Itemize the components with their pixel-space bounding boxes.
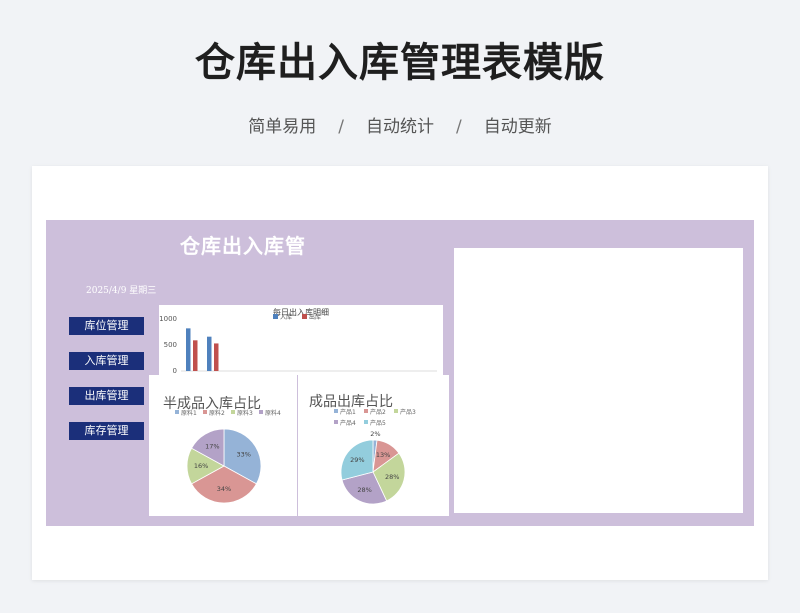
page-title: 仓库出入库管理表模版 (195, 40, 605, 86)
pie-data-label: 2% (370, 430, 380, 438)
nav-outbound-button[interactable]: 出库管理 (69, 387, 144, 405)
legend-label: 原料2 (209, 409, 225, 417)
preview-card: 仓库出入库管 2025/4/9 星期三 库位管理 入库管理 出库管理 库存管理 … (32, 166, 768, 580)
legend-label-out: 出库 (309, 313, 321, 321)
bar-chart-svg: 每日出入库明细 入库 出库 10005000 (159, 307, 437, 375)
y-tick-label: 500 (164, 341, 177, 349)
legend-swatch (175, 410, 179, 414)
nav-location-button[interactable]: 库位管理 (69, 317, 144, 335)
legend-label: 原料1 (181, 409, 197, 417)
nav-inventory-button[interactable]: 库存管理 (69, 422, 144, 440)
pie-data-label: 33% (237, 450, 251, 458)
bar-out (193, 340, 198, 371)
date-label: 2025/4/9 星期三 (86, 286, 157, 296)
bar-in (207, 336, 212, 371)
legend-label: 产品3 (400, 408, 416, 416)
y-tick-label: 0 (173, 367, 177, 375)
product-pie-chart: 成品出库占比 产品1 产品2 产品3 产品4 产品5 2% 13% 28% 28% 29% (298, 375, 449, 516)
daily-bar-chart: 每日出入库明细 入库 出库 1000 500 0 (159, 305, 443, 375)
tag-separator: / (456, 117, 462, 137)
bar-out (214, 343, 219, 371)
legend-swatch (394, 409, 398, 413)
pie-data-label: 28% (357, 486, 371, 494)
legend-swatch (231, 410, 235, 414)
legend-swatch-in (273, 314, 278, 319)
semi-product-pie-chart: 半成品入库占比 原料1 原料2 原料3 原料4 33% 34% 16% 17% (149, 375, 297, 516)
legend-swatch (334, 409, 338, 413)
legend-swatch-out (302, 314, 307, 319)
tag-auto-update: 自动更新 (483, 117, 552, 137)
bar-in (186, 328, 191, 371)
pie-data-label: 34% (217, 485, 231, 493)
tag-easy: 简单易用 (248, 117, 317, 137)
pie-data-label: 16% (194, 462, 208, 470)
spreadsheet-dashboard: 仓库出入库管 2025/4/9 星期三 库位管理 入库管理 出库管理 库存管理 … (46, 220, 754, 526)
legend-label-in: 入库 (280, 313, 292, 321)
pie1-svg: 半成品入库占比 原料1 原料2 原料3 原料4 33%34%16%17% (163, 396, 281, 504)
pie2-svg: 成品出库占比 产品1 产品2 产品3 产品4 产品5 2% 13% 28% 28% 29% (309, 394, 416, 505)
legend-label: 产品5 (370, 419, 386, 427)
legend-label: 产品1 (340, 408, 356, 416)
legend-swatch (203, 410, 207, 414)
legend-swatch (364, 409, 368, 413)
legend-label: 产品4 (340, 419, 356, 427)
legend-swatch (259, 410, 263, 414)
tag-auto-stat: 自动统计 (366, 117, 434, 137)
legend-swatch (364, 420, 368, 424)
pie-data-label: 29% (350, 456, 364, 464)
tag-separator: / (338, 117, 344, 137)
nav-inbound-button[interactable]: 入库管理 (69, 352, 144, 370)
y-tick-label: 1000 (159, 315, 177, 323)
sheet-title: 仓库出入库管 (180, 234, 306, 258)
legend-label: 原料3 (237, 409, 253, 417)
legend-label: 原料4 (265, 409, 281, 417)
blank-panel (454, 248, 743, 513)
legend-swatch (334, 420, 338, 424)
pie-data-label: 17% (205, 442, 219, 450)
subtitle: 简单易用 / 自动统计 / 自动更新 (0, 112, 800, 137)
legend-label: 产品2 (370, 408, 386, 416)
pie-data-label: 13% (376, 451, 390, 459)
pie2-title: 成品出库占比 (309, 394, 393, 410)
pie-data-label: 28% (385, 473, 399, 481)
